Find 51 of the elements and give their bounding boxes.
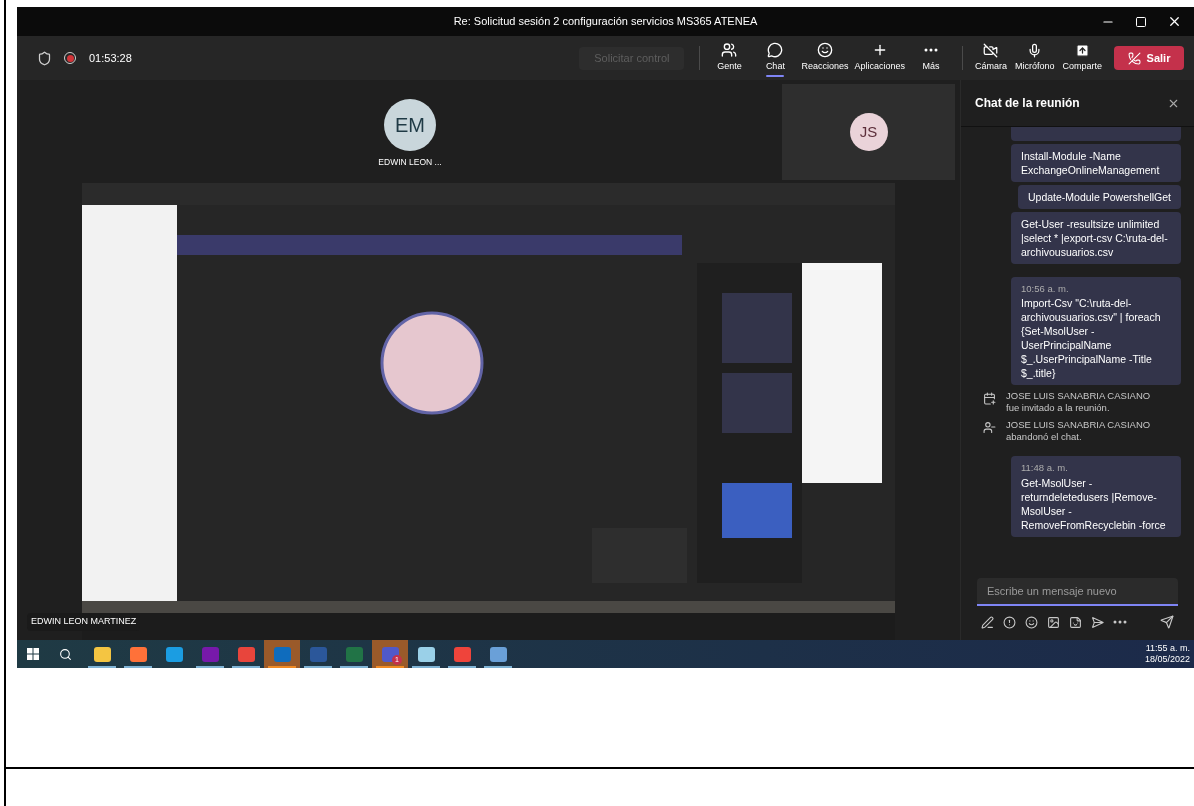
message-text: Get-MsolUser -returndeletedusers |Remove-MsolUser -RemoveFromRecyclebin -force (1021, 475, 1167, 532)
avatar: EM (384, 99, 436, 151)
important-icon[interactable] (1003, 615, 1016, 629)
chat-icon (767, 42, 784, 59)
more-icon (923, 48, 938, 53)
message-input[interactable]: Escribe un mensaje nuevo (977, 578, 1178, 604)
mic-button[interactable]: Micrófono (1010, 36, 1059, 80)
more-tab[interactable]: Más (907, 36, 954, 80)
schedule-icon[interactable] (1091, 615, 1104, 629)
chat-title: Chat de la reunión (975, 95, 1080, 112)
message-time: 10:56 a. m. (1021, 282, 1070, 296)
windows-start-icon[interactable] (27, 648, 39, 660)
close-icon[interactable] (1167, 14, 1182, 29)
leave-button[interactable]: Salir (1114, 46, 1184, 70)
participant-name: EDWIN LEON ... (377, 156, 443, 169)
reactions-icon (816, 42, 833, 59)
search-icon[interactable] (59, 647, 72, 661)
more-icon[interactable] (1113, 620, 1127, 624)
emoji-icon[interactable] (1025, 615, 1038, 629)
event-name: JOSE LUIS SANABRIA CASIANO (1006, 390, 1151, 403)
people-tab[interactable]: Gente (706, 36, 753, 80)
share-icon (1074, 42, 1090, 58)
message-text: Install-Module -Name ExchangeOnlineManagement (1021, 149, 1161, 177)
window-title: Re: Solicitud sesión 2 configuración servicios MS365 ATENEA (453, 14, 758, 30)
reactions-tab[interactable]: Reacciones (798, 36, 852, 80)
event-text: abandonó el chat. (1006, 431, 1083, 444)
people-icon (721, 42, 738, 59)
chat-tab[interactable]: Chat (752, 36, 799, 80)
message-text: Get-User -resultsize unlimited |select * |export-csv C:\ruta-del-archivousuarios.csv (1021, 217, 1169, 259)
camera-button[interactable]: Cámara (970, 36, 1011, 80)
message-text: Update-Module PowershellGet (1028, 190, 1171, 204)
person-remove-icon (983, 421, 996, 435)
mic-icon (1027, 42, 1043, 58)
calendar-add-icon (983, 392, 996, 406)
apps-tab[interactable]: Aplicaciones (851, 36, 908, 80)
event-name: JOSE LUIS SANABRIA CASIANO (1006, 419, 1151, 432)
avatar: JS (849, 113, 888, 151)
camera-icon (983, 42, 999, 58)
format-icon[interactable] (981, 615, 994, 629)
shield-icon (37, 50, 52, 66)
message-time: 11:48 a. m. (1021, 461, 1069, 476)
sticker-icon[interactable] (1069, 615, 1082, 629)
meeting-timer: 01:53:28 (89, 50, 132, 66)
clock-date: 18/05/2022 (1144, 654, 1190, 665)
phone-icon (1127, 51, 1141, 65)
share-button[interactable]: Comparte (1058, 36, 1106, 80)
send-icon[interactable] (1160, 615, 1174, 629)
message-text: Import-Csv "C:\ruta-del-archivousuarios.csv" | foreach {Set-MsolUser -UserPrincipalName $_.UserPrincipalName -Title $_.title} (1021, 296, 1162, 381)
event-text: fue invitado a la reunión. (1006, 402, 1111, 415)
clock-time: 11:55 a. m. (1145, 643, 1190, 654)
maximize-icon[interactable] (1135, 15, 1147, 28)
